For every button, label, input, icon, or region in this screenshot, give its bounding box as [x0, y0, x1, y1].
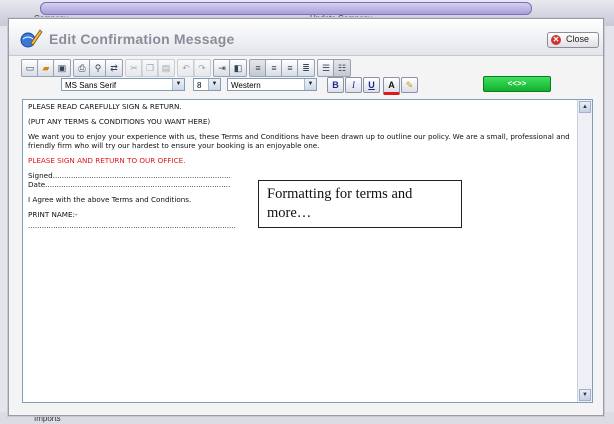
numbered-list-icon[interactable]: ☷: [333, 59, 351, 77]
font-size-value: 8: [197, 81, 202, 90]
insert-object-icon[interactable]: ◧: [229, 59, 247, 77]
scroll-down-icon[interactable]: ▼: [579, 389, 591, 401]
paste-icon[interactable]: ▤: [157, 59, 175, 77]
dialog-titlebar: Edit Confirmation Message ✕ Close: [9, 19, 603, 56]
insert-merge-field-button[interactable]: <<>>: [483, 76, 551, 92]
charset-value: Western: [231, 81, 261, 90]
font-size-select[interactable]: 8 ▼: [193, 78, 221, 91]
doc-sign-return-notice: PLEASE SIGN AND RETURN TO OUR OFFICE.: [28, 156, 186, 165]
chevron-down-icon: ▼: [208, 79, 220, 90]
close-button-label: Close: [566, 34, 590, 44]
message-editor[interactable]: PLEASE READ CAREFULLY SIGN & RETURN. (PU…: [22, 99, 593, 403]
pen-globe-icon: [20, 29, 43, 48]
bold-button[interactable]: B: [327, 77, 344, 93]
underline-button[interactable]: U: [363, 77, 380, 93]
doc-placeholder-note: (PUT ANY TERMS & CONDITIONS YOU WANT HER…: [28, 117, 211, 126]
justify-icon[interactable]: ≣: [297, 59, 315, 77]
doc-heading: PLEASE READ CAREFULLY SIGN & RETURN.: [28, 102, 182, 111]
dialog-title: Edit Confirmation Message: [49, 31, 235, 47]
font-color-button[interactable]: A: [383, 77, 400, 95]
chevron-down-icon: ▼: [172, 79, 184, 90]
doc-signed-line: Signed..................................…: [28, 171, 231, 180]
highlighter-icon[interactable]: ✎: [401, 77, 418, 93]
doc-intro-paragraph: We want you to enjoy your experience wit…: [28, 132, 570, 150]
save-icon[interactable]: ▣: [53, 59, 71, 77]
annotation-callout: Formatting for terms and more…: [258, 180, 462, 228]
replace-icon[interactable]: ⇄: [105, 59, 123, 77]
font-name-value: MS Sans Serif: [65, 81, 117, 90]
background-right-edge: [604, 26, 614, 424]
close-button[interactable]: ✕ Close: [547, 32, 599, 48]
chevron-down-icon: ▼: [304, 79, 316, 90]
font-name-select[interactable]: MS Sans Serif ▼: [61, 78, 185, 91]
background-scrollbar[interactable]: [40, 2, 532, 15]
redo-icon[interactable]: ↷: [193, 59, 211, 77]
charset-select[interactable]: Western ▼: [227, 78, 317, 91]
editor-vertical-scrollbar[interactable]: ▲ ▼: [577, 100, 592, 402]
italic-button[interactable]: I: [345, 77, 362, 93]
background-left-edge: [0, 26, 8, 424]
scroll-up-icon[interactable]: ▲: [579, 101, 591, 113]
close-icon: ✕: [551, 35, 561, 45]
